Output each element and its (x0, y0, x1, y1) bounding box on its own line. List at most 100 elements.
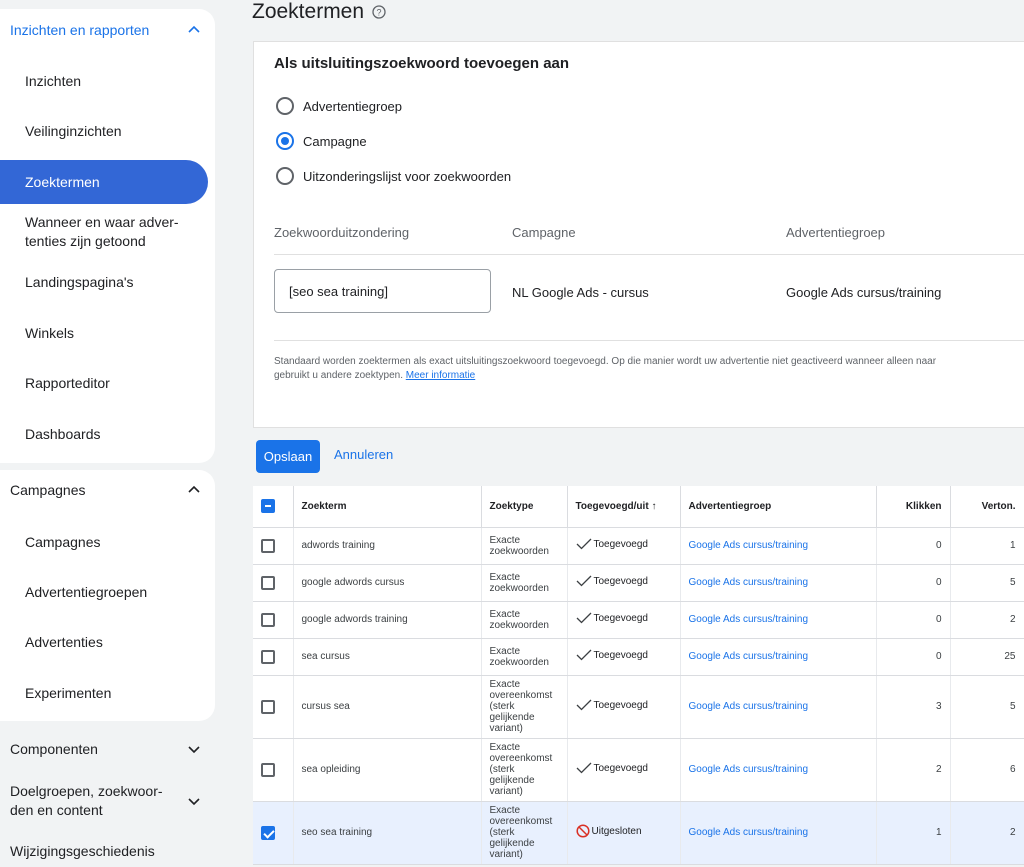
status-label: Uitgesloten (591, 825, 642, 837)
adgroup-link[interactable]: Google Ads cursus/training (689, 651, 809, 662)
status-badge: Toegevoegd (576, 649, 648, 661)
sidebar-item-rapporteditor[interactable]: Rapporteditor (25, 374, 110, 393)
adgroup-value: Google Ads cursus/training (786, 285, 942, 300)
adgroup-link[interactable]: Google Ads cursus/training (689, 827, 809, 838)
radio-button-selected[interactable] (276, 132, 294, 150)
table-row[interactable]: sea cursus Exacte zoekwoorden Toegevoegd Go… (253, 638, 1024, 676)
adgroup-link[interactable]: Google Ads cursus/training (689, 577, 809, 588)
learn-more-link[interactable]: Meer informatie (406, 370, 475, 381)
header-zoektype[interactable]: Zoektype (481, 486, 568, 528)
row-checkbox-cell[interactable] (253, 801, 294, 865)
match-type-cell: Exacte overeenkomst (sterk gelijkende va… (481, 738, 568, 802)
table-row[interactable]: adwords training Exacte zoekwoorden Toegev… (253, 527, 1024, 565)
match-type-cell: Exacte zoekwoorden (481, 527, 568, 565)
radio-campagne[interactable]: Campagne (276, 132, 367, 150)
header-zoekterm[interactable]: Zoekterm (293, 486, 482, 528)
sidebar-item-veilinginzichten[interactable]: Veilinginzichten (25, 122, 122, 141)
row-checkbox-cell[interactable] (253, 601, 294, 639)
page-title: Zoektermen (252, 0, 365, 23)
row-checkbox[interactable] (261, 575, 275, 590)
radio-label: Advertentiegroep (303, 98, 403, 114)
svg-text:?: ? (377, 8, 382, 18)
row-checkbox[interactable] (261, 538, 275, 553)
status-cell: Toegevoegd (567, 527, 681, 565)
status-label: Toegevoegd (593, 612, 649, 624)
impressions-cell: 5 (950, 675, 1024, 739)
clicks-cell: 0 (876, 564, 951, 602)
adgroup-link-cell: Google Ads cursus/training (680, 801, 877, 865)
search-terms-table: Zoekterm Zoektype Toegevoegd/uit ↑ Adver… (253, 486, 1024, 865)
row-checkbox-cell[interactable] (253, 738, 294, 802)
row-checkbox-cell[interactable] (253, 675, 294, 739)
radio-advertentiegroep[interactable]: Advertentiegroep (276, 97, 402, 115)
table-row[interactable]: seo sea training Exacte overeenkomst (ste… (253, 801, 1024, 865)
status-cell: Toegevoegd (567, 675, 681, 739)
status-cell: Toegevoegd (567, 738, 681, 802)
row-checkbox[interactable] (261, 762, 275, 777)
header-klikken[interactable]: Klikken (876, 486, 951, 528)
sidebar-item-advertentiegroepen[interactable]: Advertentiegroepen (25, 583, 147, 602)
match-type-cell: Exacte zoekwoorden (481, 638, 568, 676)
sidebar-item-dashboards[interactable]: Dashboards (25, 425, 101, 444)
status-cell: Uitgesloten (567, 801, 681, 865)
adgroup-link[interactable]: Google Ads cursus/training (689, 540, 809, 551)
note-text: Standaard worden zoektermen als exact ui… (274, 356, 937, 367)
keyword-exclusion-input[interactable] (274, 269, 491, 313)
header-verton[interactable]: Verton. (950, 486, 1024, 528)
row-checkbox[interactable] (261, 649, 275, 664)
header-advertentiegroep[interactable]: Advertentiegroep (680, 486, 877, 528)
sidebar-item-advertenties[interactable]: Advertenties (25, 633, 103, 652)
cancel-button[interactable]: Annuleren (334, 447, 393, 462)
adgroup-link[interactable]: Google Ads cursus/training (689, 614, 809, 625)
adgroup-link-cell: Google Ads cursus/training (680, 638, 877, 676)
table-row[interactable]: google adwords cursus Exacte zoekwoorden T… (253, 564, 1024, 602)
clicks-cell: 1 (876, 801, 951, 865)
adgroup-link[interactable]: Google Ads cursus/training (689, 701, 809, 712)
clicks-cell: 0 (876, 638, 951, 676)
table-row[interactable]: google adwords training Exacte zoekwoorde… (253, 601, 1024, 639)
table-row[interactable]: sea opleiding Exacte overeenkomst (sterk … (253, 738, 1024, 802)
status-label: Toegevoegd (593, 538, 649, 550)
status-label: Toegevoegd (593, 699, 649, 711)
clicks-cell: 2 (876, 738, 951, 802)
help-icon[interactable]: ? (372, 5, 386, 19)
row-checkbox-cell[interactable] (253, 638, 294, 676)
sidebar-item-experimenten[interactable]: Experimenten (25, 684, 111, 703)
status-badge: Toegevoegd (576, 612, 649, 624)
sidebar-item-wijzigingsgeschiedenis[interactable]: Wijzigingsgeschiedenis (10, 842, 155, 861)
adgroup-link-cell: Google Ads cursus/training (680, 527, 877, 565)
select-all-header[interactable] (253, 486, 294, 528)
sidebar-item-landingspaginas[interactable]: Landingspagina's (25, 273, 134, 292)
info-note: Standaard worden zoektermen als exact ui… (274, 355, 1024, 383)
sidebar-item-inzichten[interactable]: Inzichten (25, 72, 81, 91)
status-cell: Toegevoegd (567, 564, 681, 602)
divider (274, 254, 1024, 255)
sidebar-item-winkels[interactable]: Winkels (25, 324, 74, 343)
status-label: Toegevoegd (593, 762, 649, 774)
row-checkbox-cell[interactable] (253, 564, 294, 602)
header-toegevoegd[interactable]: Toegevoegd/uit ↑ (567, 486, 681, 528)
row-checkbox[interactable] (261, 699, 275, 714)
select-all-checkbox[interactable] (261, 499, 275, 514)
sidebar-item-campagnes[interactable]: Campagnes (25, 533, 101, 552)
sidebar-header-campaigns[interactable]: Campagnes (10, 482, 200, 498)
sidebar-item-wanneer-waar[interactable]: Wanneer en waar adver- tenties zijn geto… (25, 213, 179, 251)
sidebar-item-zoektermen[interactable]: Zoektermen (25, 173, 100, 192)
table-row[interactable]: cursus sea Exacte overeenkomst (sterk gel… (253, 675, 1024, 739)
sidebar-header-doelgroepen[interactable]: Doelgroepen, zoekwoor-den en content (10, 782, 200, 820)
adgroup-link[interactable]: Google Ads cursus/training (689, 764, 809, 775)
chevron-up-icon (188, 485, 200, 493)
radio-uitzonderingslijst[interactable]: Uitzonderingslijst voor zoekwoorden (276, 167, 511, 185)
status-cell: Toegevoegd (567, 638, 681, 676)
row-checkbox-cell[interactable] (253, 527, 294, 565)
save-button[interactable]: Opslaan (256, 440, 320, 473)
radio-button[interactable] (276, 167, 294, 185)
sidebar-header-componenten[interactable]: Componenten (10, 741, 200, 757)
sidebar-header-reports[interactable]: Inzichten en rapporten (10, 22, 200, 38)
row-checkbox[interactable] (261, 825, 275, 840)
radio-button[interactable] (276, 97, 294, 115)
checkmark-icon (576, 699, 591, 711)
search-term-cell: adwords training (293, 527, 482, 565)
search-term-cell: google adwords training (293, 601, 482, 639)
row-checkbox[interactable] (261, 612, 275, 627)
